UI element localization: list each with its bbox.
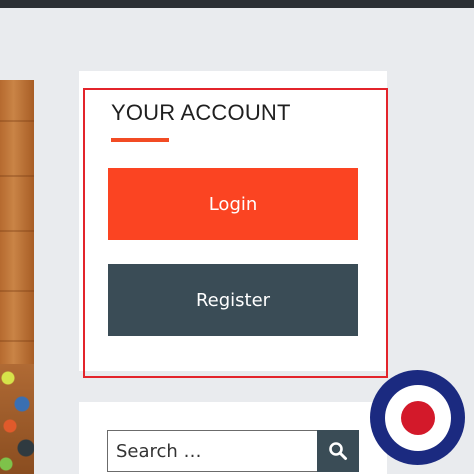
login-button[interactable]: Login [108, 168, 358, 240]
widget-title: YOUR ACCOUNT [111, 100, 291, 125]
top-bar [0, 0, 474, 8]
search-input[interactable] [107, 430, 319, 472]
title-underline [111, 138, 169, 142]
roundel-icon[interactable] [370, 370, 465, 465]
featured-image[interactable] [0, 80, 34, 474]
register-button[interactable]: Register [108, 264, 358, 336]
search-icon [329, 442, 347, 460]
search-button[interactable] [317, 430, 359, 472]
